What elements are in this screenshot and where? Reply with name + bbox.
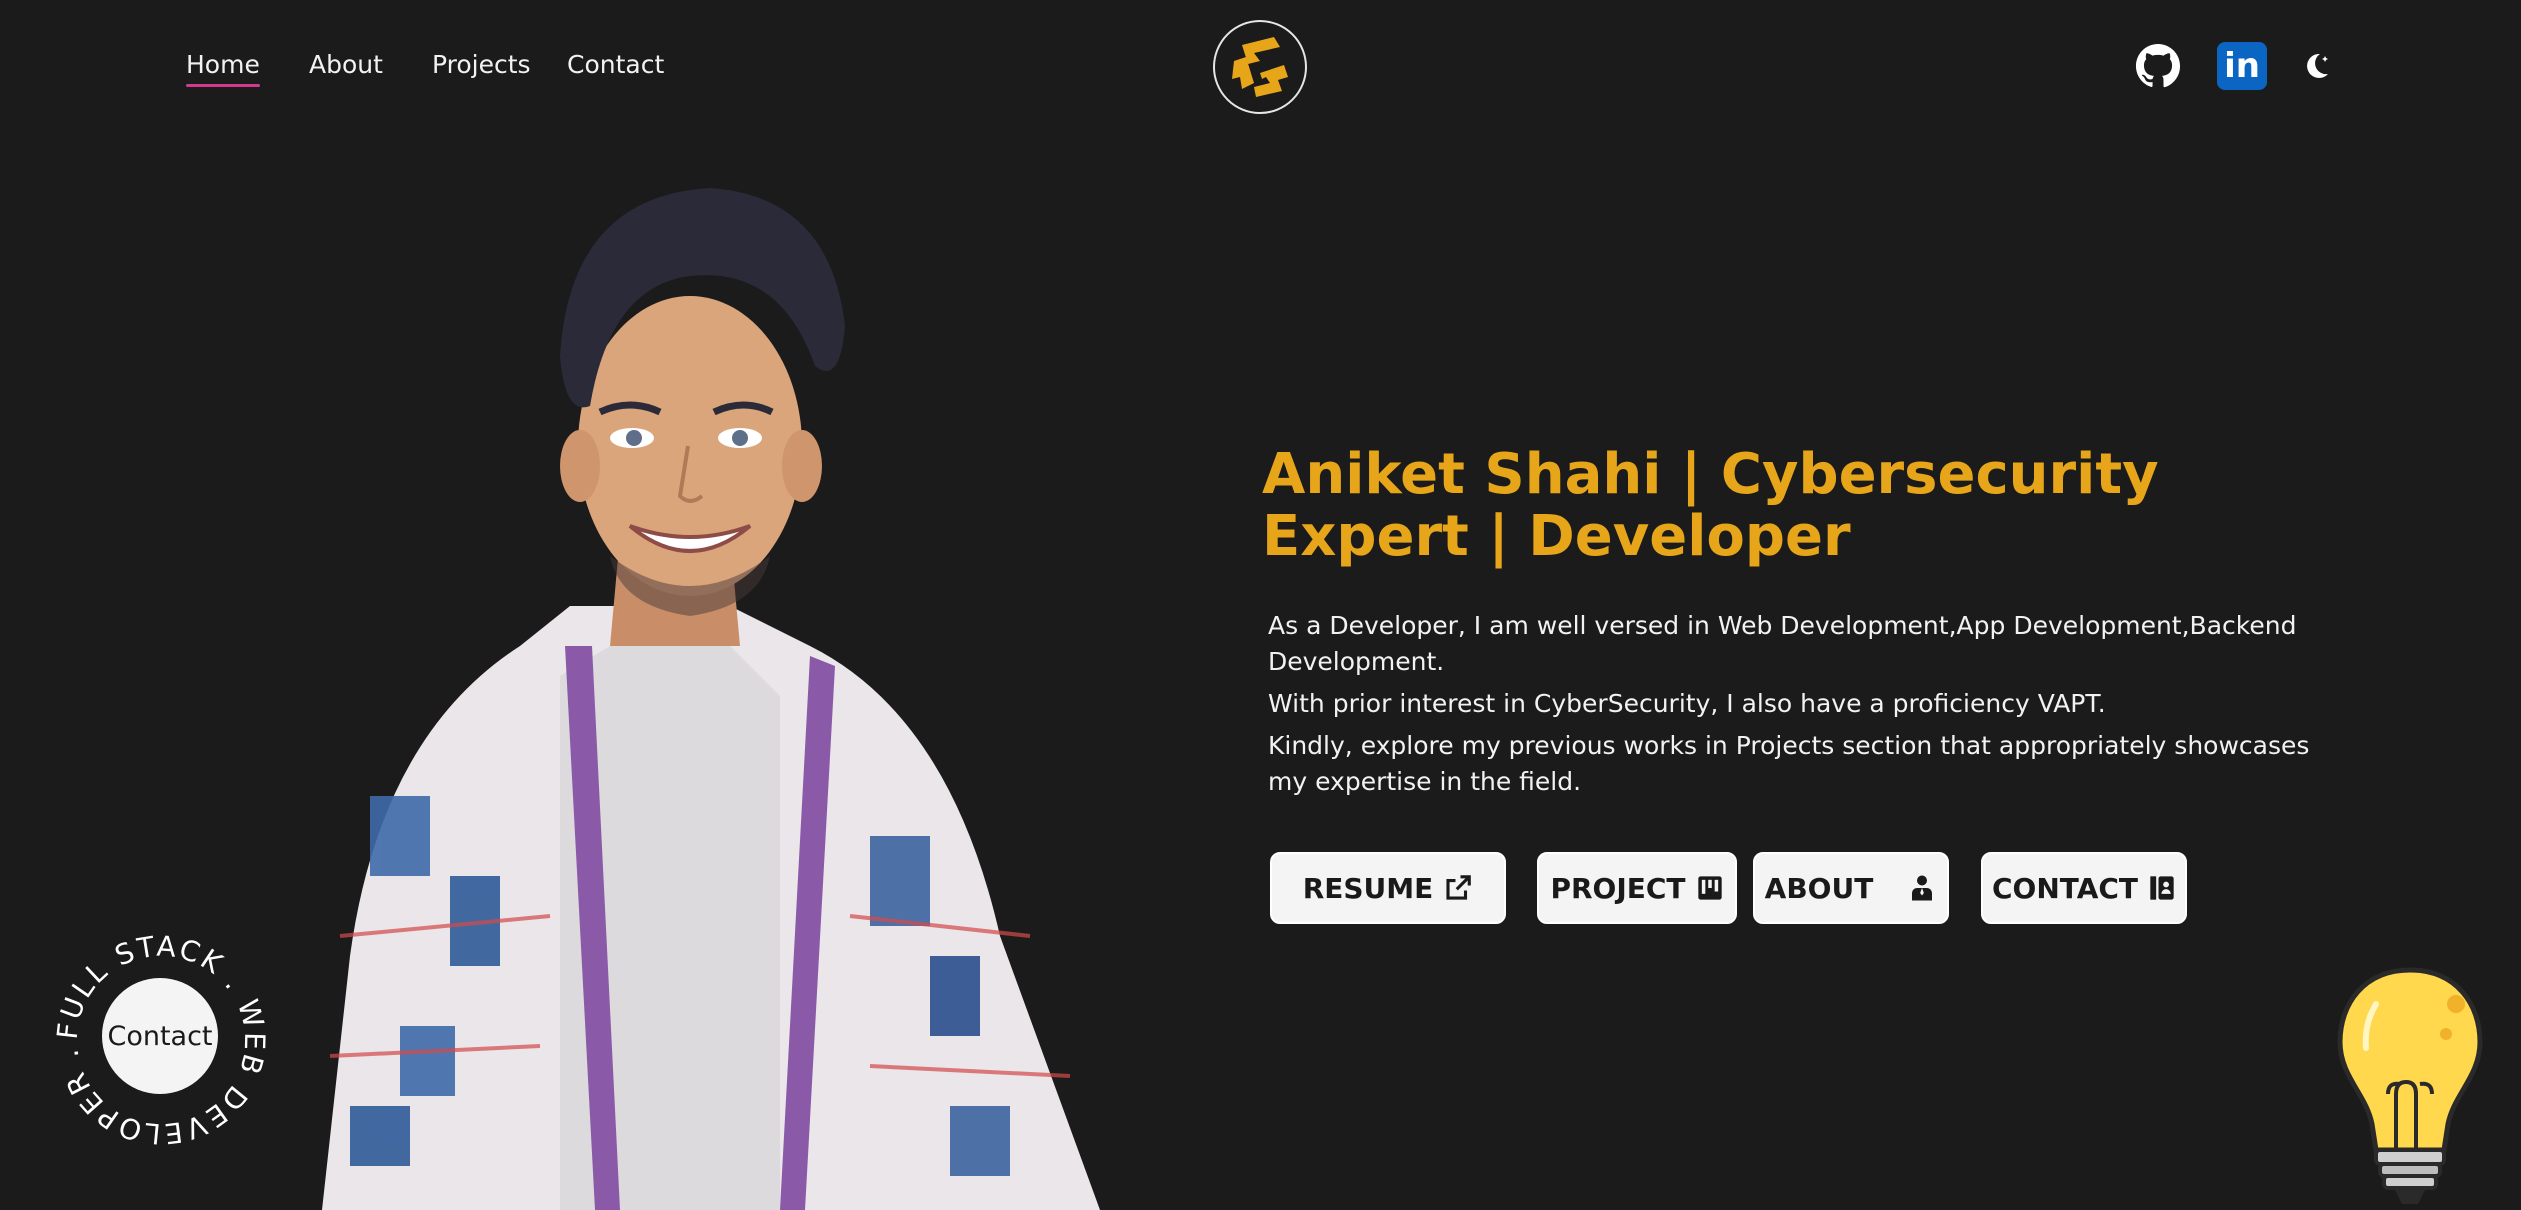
resume-button-label: RESUME: [1302, 871, 1434, 905]
linkedin-link[interactable]: in: [2216, 40, 2268, 92]
site-logo[interactable]: [1213, 20, 1307, 114]
about-button-label: ABOUT: [1764, 871, 1874, 905]
linkedin-icon: in: [2217, 42, 2267, 90]
contact-button[interactable]: CONTACT: [1981, 852, 2187, 924]
kanban-icon: [1697, 876, 1722, 900]
external-link-icon: [1446, 875, 1472, 900]
nav-about[interactable]: About: [309, 50, 383, 79]
theme-toggle[interactable]: [2296, 40, 2336, 92]
badge-contact-label: Contact: [107, 1020, 213, 1052]
badge-contact-button[interactable]: Contact: [102, 978, 218, 1094]
profile-photo: [322, 188, 1100, 1210]
monogram-logo-icon: [1232, 37, 1288, 97]
moon-icon: [2307, 53, 2328, 78]
contact-button-label: CONTACT: [1991, 871, 2139, 905]
nav-contact[interactable]: Contact: [567, 50, 664, 79]
project-button-label: PROJECT: [1550, 871, 1686, 905]
portfolio-page: Home About Projects Contact in Aniket Sh…: [0, 0, 2521, 1210]
resume-button[interactable]: RESUME: [1270, 852, 1506, 924]
github-link[interactable]: [2132, 40, 2184, 92]
hero-paragraph-2: With prior interest in CyberSecurity, I …: [1268, 689, 2106, 718]
project-button[interactable]: PROJECT: [1537, 852, 1737, 924]
about-button[interactable]: ABOUT: [1753, 852, 1949, 924]
person-icon: [1912, 875, 1933, 901]
contact-card-icon: [2150, 876, 2174, 900]
github-icon: [2135, 43, 2181, 88]
hero-headline: Aniket Shahi | Cybersecurity Expert | De…: [1262, 442, 2159, 569]
hero-paragraph-3: Kindly, explore my previous works in Pro…: [1268, 731, 2310, 796]
nav-home[interactable]: Home: [186, 50, 260, 87]
nav-projects[interactable]: Projects: [432, 50, 531, 79]
lightbulb-icon[interactable]: [2336, 964, 2484, 1210]
linkedin-icon-label: in: [2224, 46, 2260, 86]
hero-paragraph-1: As a Developer, I am well versed in Web …: [1268, 611, 2297, 676]
